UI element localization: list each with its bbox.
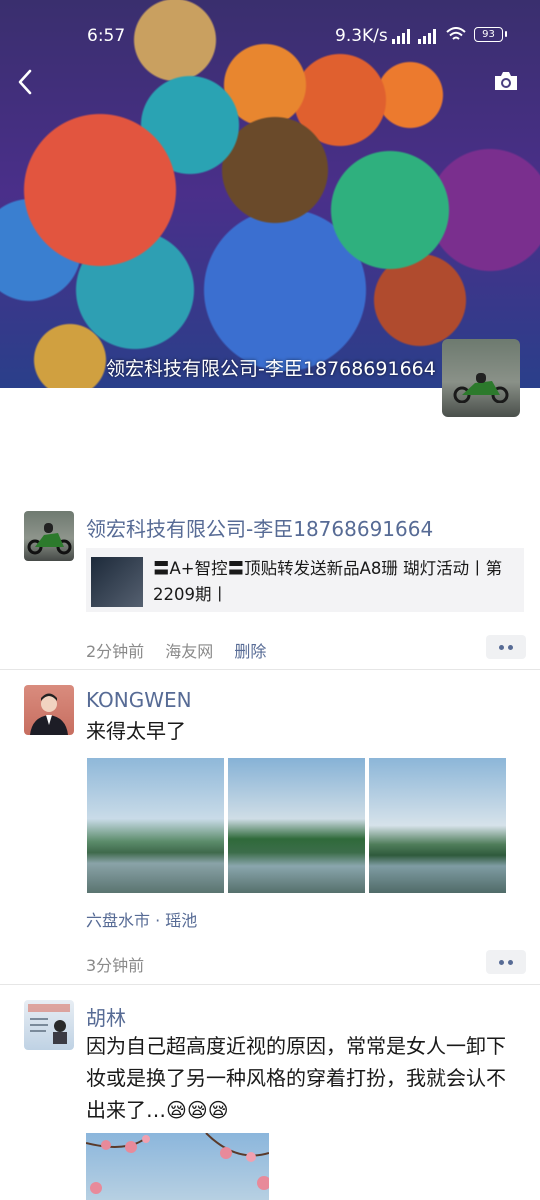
post-source[interactable]: 海友网 <box>165 642 213 661</box>
post-author[interactable]: KONGWEN <box>86 688 192 712</box>
delete-button[interactable]: 删除 <box>234 642 266 661</box>
status-time: 6:57 <box>87 26 126 46</box>
avatar[interactable] <box>24 511 74 561</box>
post-meta: 3分钟前 <box>86 952 160 976</box>
share-thumbnail <box>91 557 143 607</box>
post-photo[interactable] <box>228 758 365 893</box>
post-text: 因为自己超高度近视的原因，常常是女人一卸下妆或是换了另一种风格的穿着打扮，我就会… <box>86 1034 506 1122</box>
post-location[interactable]: 六盘水市 · 瑶池 <box>86 907 197 931</box>
post-photo[interactable] <box>369 758 506 893</box>
shared-link-card[interactable]: 〓A+智控〓顶贴转发送新品A8珊 瑚灯活动丨第2209期丨 <box>86 548 524 612</box>
post-photo[interactable] <box>86 1133 269 1200</box>
status-bar: 6:57 9.3K/s 93 <box>0 22 540 52</box>
more-options-button[interactable] <box>486 635 526 659</box>
post-author[interactable]: 领宏科技有限公司-李臣18768691664 <box>86 513 433 542</box>
avatar[interactable] <box>24 685 74 735</box>
cover-owner-name: 领宏科技有限公司-李臣18768691664 <box>106 358 436 380</box>
motorcycle-image <box>27 523 72 555</box>
flower-image <box>86 1133 269 1194</box>
share-title: 〓A+智控〓顶贴转发送新品A8珊 瑚灯活动丨第2209期丨 <box>153 559 503 604</box>
divider <box>0 984 540 985</box>
signal-icon <box>392 28 414 44</box>
network-speed: 9.3K/s <box>335 26 388 46</box>
divider <box>0 669 540 670</box>
post-time: 2分钟前 <box>86 642 145 661</box>
wifi-icon <box>446 27 466 40</box>
motorcycle-image <box>453 373 509 403</box>
chevron-left-icon[interactable] <box>14 68 38 96</box>
id-card-image <box>28 1004 70 1044</box>
post-text: 来得太早了 <box>86 719 186 743</box>
more-options-button[interactable] <box>486 950 526 974</box>
avatar[interactable] <box>442 339 520 417</box>
battery-icon: 93 <box>474 27 507 42</box>
avatar[interactable] <box>24 1000 74 1050</box>
camera-icon[interactable] <box>493 70 519 92</box>
post-photo[interactable] <box>87 758 224 893</box>
signal-icon <box>418 28 440 44</box>
post-author[interactable]: 胡林 <box>86 1002 126 1031</box>
post-meta: 2分钟前 海友网 删除 <box>86 638 282 662</box>
post-time: 3分钟前 <box>86 956 145 975</box>
cover-image[interactable]: 6:57 9.3K/s 93 领宏科技有限公司-李臣18768691664 <box>0 0 540 388</box>
person-icon <box>30 693 68 735</box>
